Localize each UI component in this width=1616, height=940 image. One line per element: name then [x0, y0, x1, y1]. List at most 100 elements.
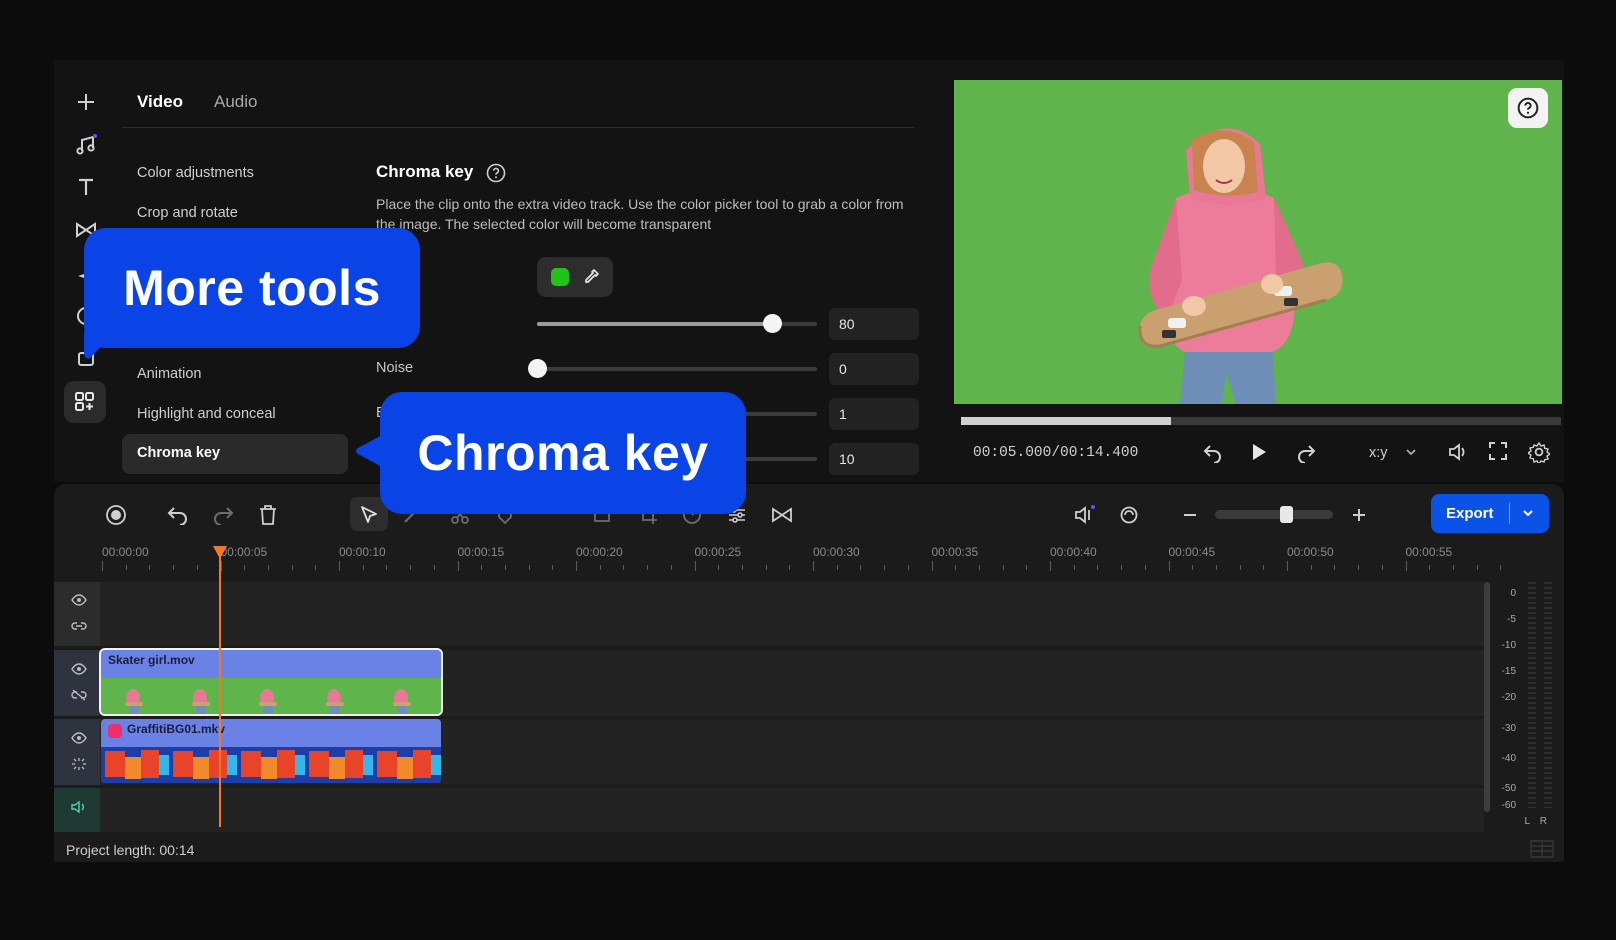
- ruler-label: 00:00:00: [102, 545, 149, 559]
- ruler-tick: [955, 565, 957, 570]
- volume-icon[interactable]: [1447, 441, 1469, 463]
- plus-icon[interactable]: [72, 88, 100, 116]
- callout-chroma-key-text: Chroma key: [380, 392, 746, 514]
- video-preview[interactable]: [954, 80, 1562, 404]
- text-icon[interactable]: [72, 173, 100, 201]
- trash-icon[interactable]: [253, 500, 283, 530]
- tab-audio[interactable]: Audio: [214, 92, 257, 112]
- tolerance-value-field[interactable]: 80: [829, 308, 919, 340]
- ruler-label: 00:00:55: [1405, 545, 1453, 559]
- playhead[interactable]: [219, 553, 221, 827]
- ruler-label: 00:00:20: [576, 545, 623, 559]
- aspect-ratio-dropdown[interactable]: x:y: [1369, 445, 1388, 461]
- tolerance-slider-fill: [537, 322, 773, 326]
- noise-slider[interactable]: [528, 359, 817, 378]
- ruler-tick: [1334, 565, 1336, 570]
- record-icon[interactable]: [101, 500, 131, 530]
- ruler-label: 00:00:40: [1050, 545, 1097, 559]
- tabs-divider: [122, 127, 914, 128]
- color-picker-button[interactable]: [537, 257, 613, 297]
- ruler-tick: [978, 565, 980, 570]
- ruler-tick: [1073, 565, 1075, 570]
- settings-icon[interactable]: [1528, 441, 1550, 463]
- menu-item-chroma-key[interactable]: Chroma key: [122, 434, 348, 474]
- redo-icon[interactable]: [208, 500, 238, 530]
- audio-track[interactable]: [54, 788, 1484, 832]
- ruler-tick: [481, 565, 483, 570]
- meter-scale-label: 0: [1510, 588, 1516, 599]
- play-icon[interactable]: [1249, 441, 1269, 463]
- meter-scale-label: -20: [1501, 692, 1516, 703]
- more-tools-icon: [71, 388, 99, 416]
- menu-item-animation[interactable]: Animation: [137, 366, 201, 382]
- ruler-tick: [1381, 565, 1383, 570]
- playhead-handle[interactable]: [212, 545, 228, 561]
- meter-scale-label: -10: [1501, 640, 1516, 651]
- video-track-empty[interactable]: [54, 582, 1484, 646]
- music-note-icon[interactable]: [72, 131, 100, 159]
- timeline-zoom-slider[interactable]: [1215, 510, 1333, 519]
- ruler-tick: [315, 565, 317, 570]
- export-label: Export: [1446, 505, 1494, 522]
- forward-icon[interactable]: [1295, 441, 1317, 463]
- meter-channel-left: L: [1524, 816, 1530, 827]
- edges-value-field[interactable]: 1: [829, 398, 919, 430]
- menu-item-highlight-and-conceal[interactable]: Highlight and conceal: [137, 406, 276, 422]
- undo-icon[interactable]: [163, 500, 193, 530]
- layout-grid-icon[interactable]: [1530, 840, 1554, 858]
- ruler-tick: [1121, 565, 1123, 570]
- ruler-tick: [267, 565, 269, 570]
- tab-video[interactable]: Video: [137, 92, 183, 112]
- ruler-tick: [552, 565, 554, 570]
- noise-label: Noise: [376, 360, 414, 376]
- snap-magnet-icon[interactable]: [1114, 500, 1144, 530]
- zoom-in-icon[interactable]: [1344, 500, 1374, 530]
- tolerance-slider[interactable]: [537, 314, 817, 333]
- noise-slider-knob[interactable]: [528, 359, 547, 378]
- preview-help-button[interactable]: [1508, 88, 1548, 128]
- menu-item-crop-and-rotate[interactable]: Crop and rotate: [137, 205, 238, 221]
- eye-icon[interactable]: [71, 663, 87, 675]
- eye-icon[interactable]: [71, 732, 87, 744]
- playback-progress-fill: [961, 417, 1171, 425]
- ruler-label: 00:00:50: [1287, 545, 1334, 559]
- playback-progress-bar[interactable]: [961, 417, 1561, 425]
- noise-value-field[interactable]: 0: [829, 353, 919, 385]
- effects-icon[interactable]: [71, 757, 87, 771]
- timeline-zoom-knob[interactable]: [1280, 506, 1293, 523]
- ruler-tick: [1026, 565, 1028, 570]
- export-button[interactable]: Export: [1431, 494, 1549, 533]
- audio-detach-icon[interactable]: [1069, 500, 1099, 530]
- chevron-down-icon[interactable]: [1521, 506, 1535, 520]
- help-icon[interactable]: [486, 163, 506, 183]
- ruler-tick: [1500, 565, 1502, 570]
- fourth-value-field[interactable]: 10: [829, 443, 919, 475]
- eye-icon[interactable]: [71, 594, 87, 606]
- meter-bar-right: [1544, 582, 1552, 808]
- ruler-tick: [386, 565, 388, 570]
- menu-item-color-adjustments[interactable]: Color adjustments: [137, 165, 254, 181]
- clip-thumbnails: [101, 747, 441, 783]
- meter-scale-label: -60: [1501, 800, 1516, 811]
- clip-graffiti-bg[interactable]: GraffitiBG01.mkv: [101, 719, 441, 783]
- project-length: Project length: 00:14: [66, 842, 195, 858]
- clip-skater-girl[interactable]: Skater girl.mov: [99, 648, 443, 716]
- transition-icon[interactable]: [767, 500, 797, 530]
- volume-icon[interactable]: [71, 800, 87, 814]
- chroma-key-title: Chroma key: [376, 162, 474, 181]
- fullscreen-icon[interactable]: [1488, 441, 1508, 461]
- chevron-down-icon[interactable]: [1405, 447, 1417, 457]
- zoom-out-icon[interactable]: [1175, 500, 1205, 530]
- ruler-tick: [1476, 565, 1478, 570]
- ruler-tick: [647, 565, 649, 570]
- link-icon[interactable]: [71, 620, 87, 632]
- fourth-value: 10: [839, 451, 855, 467]
- unlink-icon[interactable]: [71, 689, 87, 701]
- ruler-label: 00:00:10: [339, 545, 386, 559]
- ruler-label: 00:00:15: [457, 545, 505, 559]
- rewind-icon[interactable]: [1202, 441, 1224, 463]
- ruler-tick: [860, 565, 862, 570]
- ruler-tick: [244, 565, 246, 570]
- timeline-scrollbar[interactable]: [1484, 582, 1490, 812]
- ruler-tick: [694, 561, 696, 571]
